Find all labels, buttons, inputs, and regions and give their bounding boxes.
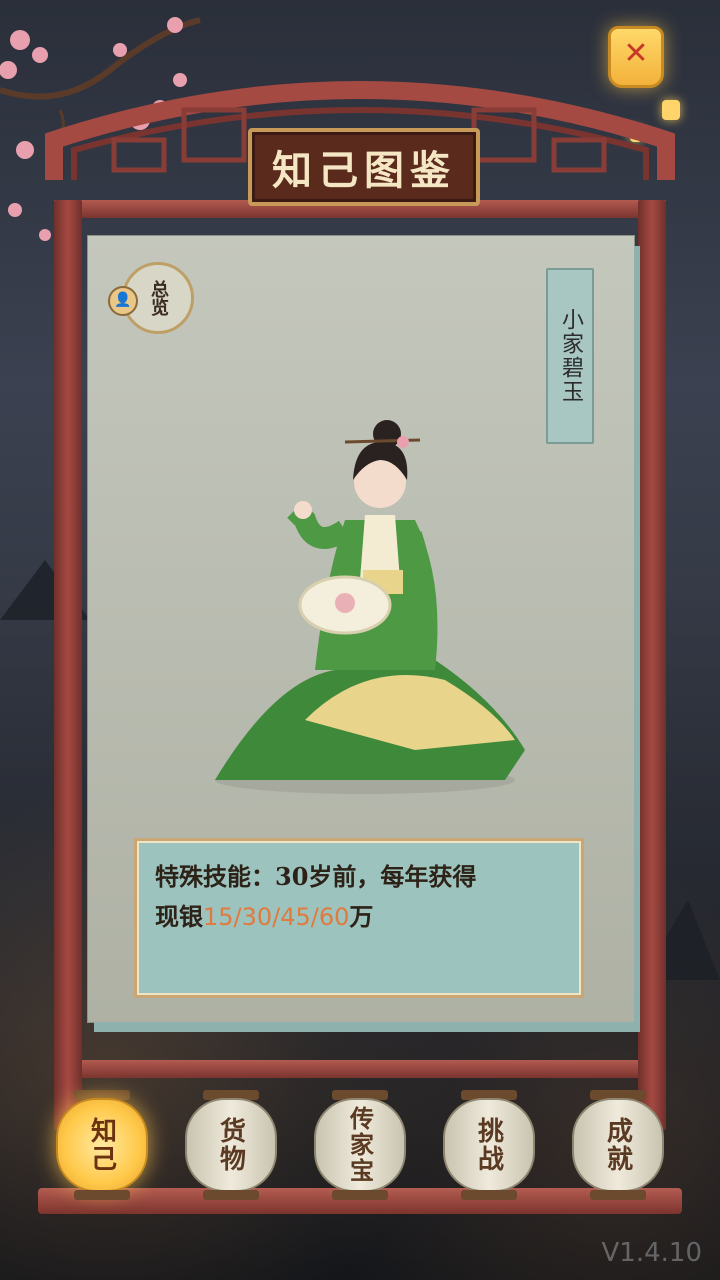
lantern-icon: 传家宝 [314, 1098, 406, 1192]
lantern-cap [590, 1190, 646, 1200]
character-figure [215, 420, 525, 794]
lantern-icon: 成就 [572, 1098, 664, 1192]
lantern-cap [203, 1190, 259, 1200]
lantern-icon: 知己 [56, 1098, 148, 1192]
skill-text-line-1: 特殊技能：30岁前，每年获得 [155, 857, 563, 897]
character-name-banner: 小家碧玉 [546, 268, 594, 444]
tab-achievement[interactable]: 成就 [572, 1090, 664, 1200]
overview-button[interactable]: 总览 👤 [106, 262, 194, 334]
tab-label: 挑战 [473, 1117, 504, 1173]
tab-bar: 知己 货物 传家宝 挑战 成就 [38, 1070, 682, 1220]
tab-zhiji[interactable]: 知己 [56, 1090, 148, 1200]
lantern-cap [74, 1190, 130, 1200]
page-title-board: 知己图鉴 [248, 128, 480, 206]
tab-label: 知己 [86, 1117, 117, 1173]
frame-pillar-left [54, 200, 82, 1130]
character-name: 小家碧玉 [558, 308, 583, 404]
tab-heirloom[interactable]: 传家宝 [314, 1090, 406, 1200]
skill-text-line-2: 现银15/30/45/60万 [155, 897, 563, 937]
skill-description-box: 特殊技能：30岁前，每年获得 现银15/30/45/60万 [134, 838, 584, 998]
tab-challenge[interactable]: 挑战 [443, 1090, 535, 1200]
skill-suffix: 万 [349, 902, 374, 931]
version-label: V1.4.10 [601, 1238, 702, 1268]
skill-prefix: 特殊技能：30岁前，每年获得 [155, 862, 477, 891]
overview-label: 总览 [148, 280, 169, 316]
tab-label: 传家宝 [345, 1106, 375, 1184]
tab-label: 货物 [215, 1117, 246, 1173]
lantern-cap [461, 1190, 517, 1200]
skill-line2-prefix: 现银 [155, 902, 203, 931]
lantern-icon: 挑战 [443, 1098, 535, 1192]
lantern-cap [332, 1190, 388, 1200]
tab-goods[interactable]: 货物 [185, 1090, 277, 1200]
page-title: 知己图鉴 [272, 147, 456, 194]
tab-label: 成就 [602, 1117, 633, 1173]
frame-pillar-right [638, 200, 666, 1130]
user-icon: 👤 [108, 286, 138, 316]
lantern-icon: 货物 [185, 1098, 277, 1192]
skill-values: 15/30/45/60 [203, 903, 350, 931]
